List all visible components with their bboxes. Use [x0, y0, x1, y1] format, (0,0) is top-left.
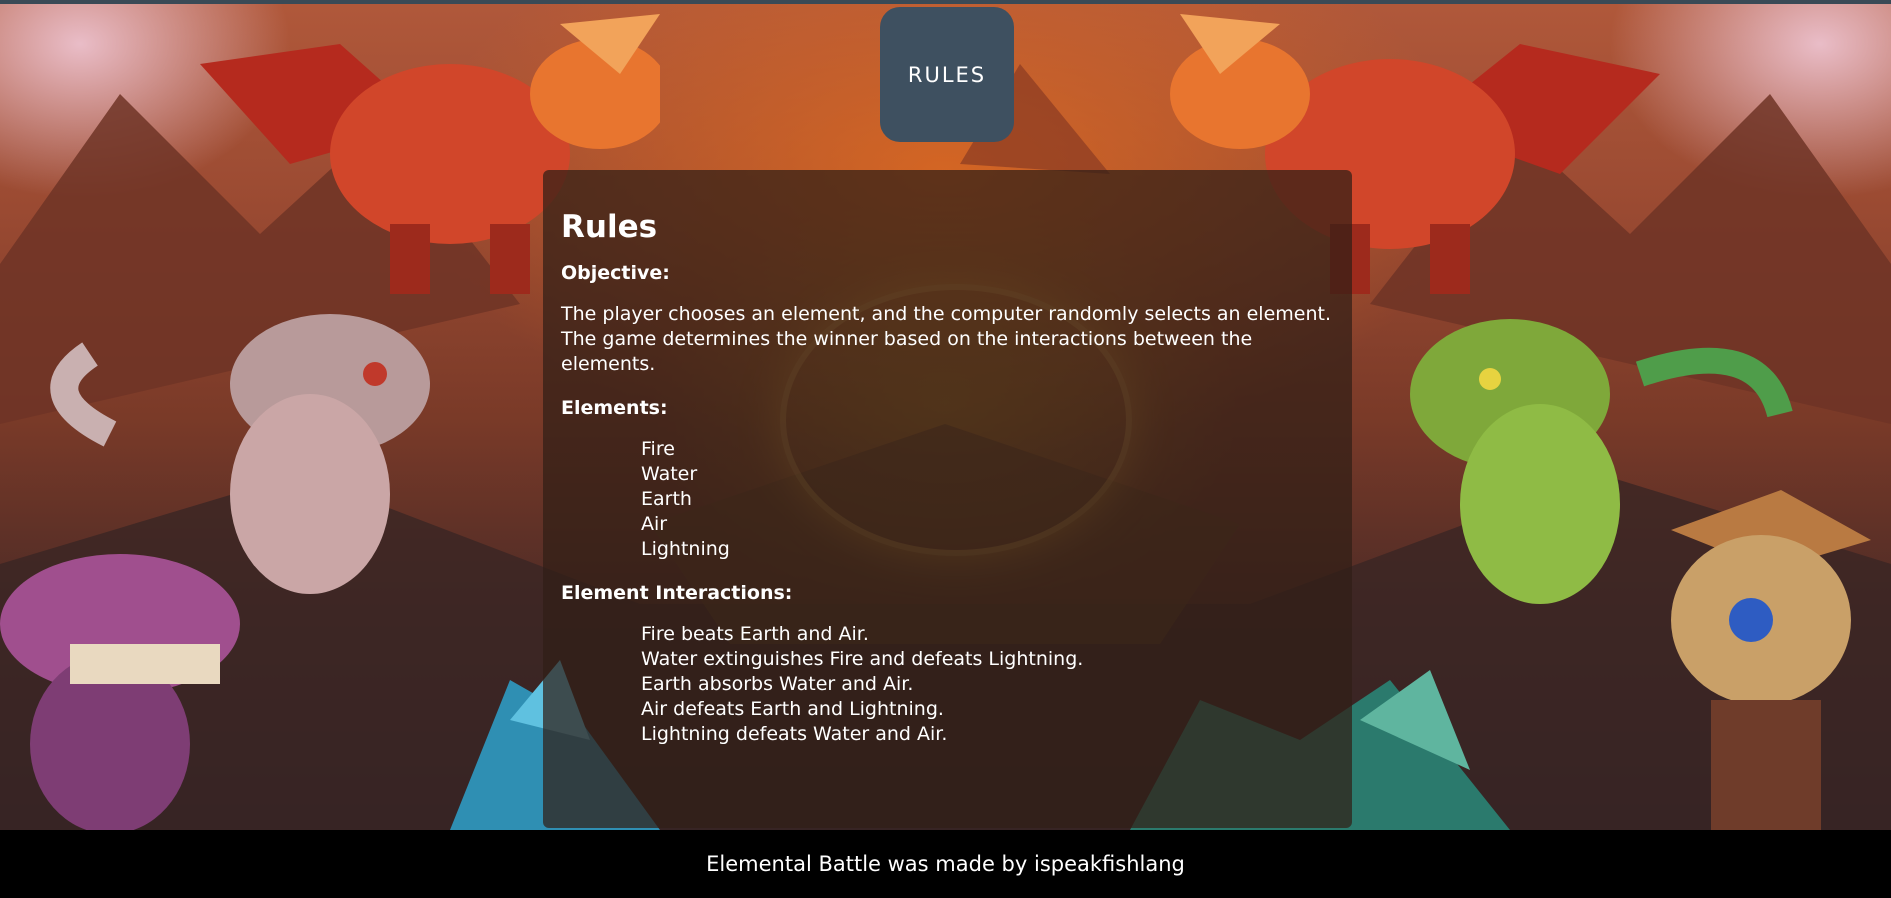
interaction-item: Lightning defeats Water and Air. [641, 723, 948, 746]
footer: Elemental Battle was made by ispeakfishl… [0, 830, 1891, 898]
interactions-heading: Element Interactions: [561, 582, 793, 605]
rules-tab-label: RULES [907, 62, 987, 87]
interaction-item: Earth absorbs Water and Air. [641, 673, 914, 696]
brown-creature-illustration [1671, 490, 1871, 830]
rules-tab-button[interactable]: RULES [880, 7, 1014, 142]
rules-panel: Rules Objective: The player chooses an e… [543, 170, 1352, 828]
element-item-earth: Earth [641, 488, 692, 511]
element-item-fire: Fire [641, 438, 675, 461]
interactions-list: Fire beats Earth and Air. Water extingui… [561, 622, 1334, 747]
element-item-water: Water [641, 463, 698, 486]
element-item-lightning: Lightning [641, 538, 730, 561]
elements-heading: Elements: [561, 397, 668, 420]
elements-list: Fire Water Earth Air Lightning [561, 437, 1334, 562]
interaction-item: Air defeats Earth and Lightning. [641, 698, 944, 721]
footer-credit: Elemental Battle was made by ispeakfishl… [706, 852, 1185, 876]
rules-title: Rules [561, 209, 658, 245]
element-item-air: Air [641, 513, 668, 536]
objective-text: The player chooses an element, and the c… [561, 303, 1331, 376]
objective-heading: Objective: [561, 262, 670, 285]
interaction-item: Water extinguishes Fire and defeats Ligh… [641, 648, 1084, 671]
interaction-item: Fire beats Earth and Air. [641, 623, 869, 646]
purple-creature-illustration [0, 554, 240, 830]
